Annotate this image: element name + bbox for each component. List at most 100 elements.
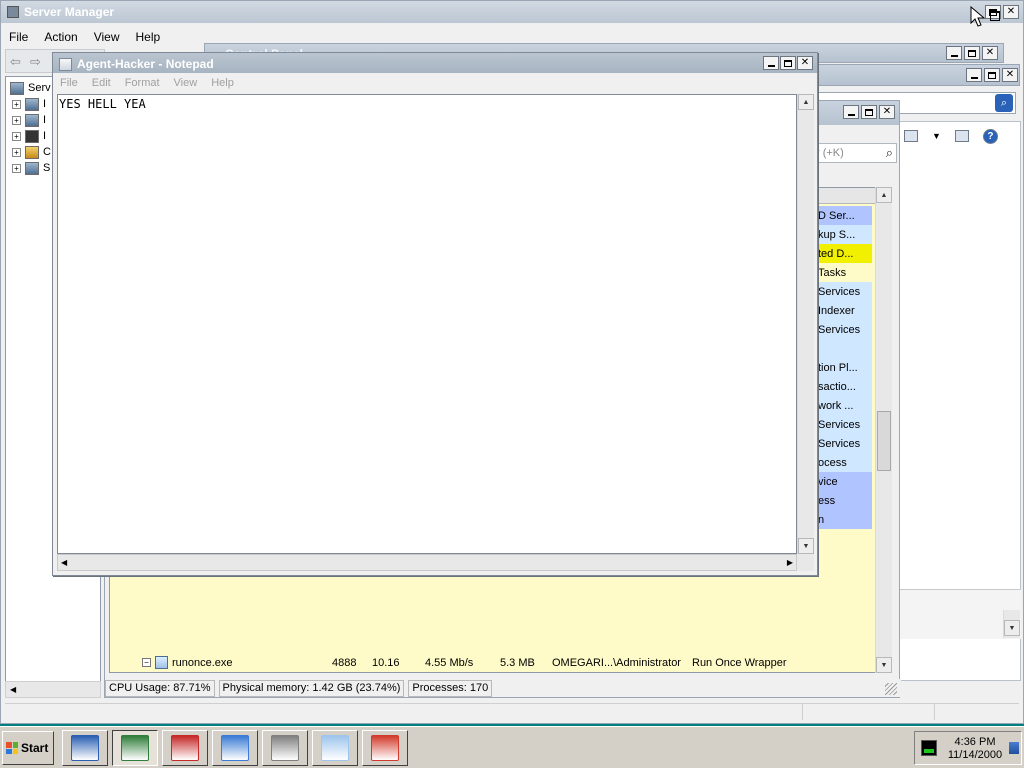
configuration-icon <box>25 145 39 159</box>
chevron-down-icon[interactable]: ▼ <box>932 131 941 141</box>
preview-pane-icon[interactable] <box>954 130 969 142</box>
service-description-cell: ocess <box>818 453 872 472</box>
close-button[interactable] <box>1003 5 1019 19</box>
menu-view[interactable]: View <box>167 77 205 89</box>
service-description-cell <box>818 339 872 358</box>
expand-icon[interactable]: + <box>12 115 21 125</box>
menu-file[interactable]: File <box>1 30 36 44</box>
tree-item[interactable]: + C <box>12 145 51 159</box>
menu-action[interactable]: Action <box>36 30 85 44</box>
process-row[interactable]: HD.Killer.exe45041.55 MBOMEGARI...\Admin… <box>110 672 879 673</box>
scroll-left-icon[interactable]: ◀ <box>10 685 16 694</box>
expand-icon[interactable]: + <box>12 147 21 157</box>
process-search-input[interactable]: r (+K) ⌕ <box>811 143 897 163</box>
size-grip[interactable] <box>797 554 814 571</box>
minimize-button[interactable] <box>966 68 982 82</box>
details-scrollbar[interactable]: ▼ <box>1003 610 1020 638</box>
performance-monitor-icon[interactable] <box>921 740 937 756</box>
process-explorer-statusbar: CPU Usage: 87.71% Physical memory: 1.42 … <box>105 679 901 697</box>
menu-view[interactable]: View <box>86 30 128 44</box>
scroll-left-icon[interactable]: ◀ <box>61 558 67 567</box>
server-manager-titlebar[interactable]: Server Manager <box>1 1 1023 23</box>
server-icon <box>271 735 299 761</box>
start-label: Start <box>21 741 49 755</box>
close-button[interactable] <box>982 46 998 60</box>
tree-item[interactable]: + I <box>12 97 46 111</box>
notepad-vertical-scrollbar[interactable]: ▲ ▼ <box>797 94 814 554</box>
taskmanager-icon <box>371 735 399 761</box>
taskbar-button-notepad[interactable] <box>312 730 358 766</box>
taskbar-button-network[interactable] <box>212 730 258 766</box>
expand-icon[interactable]: + <box>12 99 21 109</box>
menu-help[interactable]: Help <box>128 30 169 44</box>
taskbar-button-cube[interactable] <box>162 730 208 766</box>
menu-file[interactable]: File <box>53 77 85 89</box>
taskbar-button-server[interactable] <box>262 730 308 766</box>
resize-grip-icon[interactable] <box>885 683 897 695</box>
maximize-button[interactable] <box>780 56 796 70</box>
collapse-icon[interactable]: − <box>142 658 151 667</box>
clock[interactable]: 4:36 PM 11/14/2000 <box>945 736 1005 762</box>
expand-icon[interactable]: + <box>12 131 21 141</box>
server-manager-statusbar <box>5 703 1019 721</box>
maximize-button[interactable] <box>861 105 877 119</box>
close-button[interactable] <box>879 105 895 119</box>
scroll-down-icon[interactable]: ▼ <box>798 538 814 554</box>
scroll-up-icon[interactable]: ▲ <box>798 94 814 110</box>
notepad-text-area[interactable]: YES HELL YEA <box>57 94 797 554</box>
taskbar-button-monitor[interactable] <box>112 730 158 766</box>
close-button[interactable] <box>1002 68 1018 82</box>
back-arrow-icon[interactable]: ⇦ <box>10 54 21 70</box>
minimize-button[interactable] <box>946 46 962 60</box>
clock-date: 11/14/2000 <box>947 749 1003 761</box>
process-list-scrollbar[interactable]: ▲ ▼ <box>875 187 892 673</box>
scrollbar-thumb[interactable] <box>877 411 891 471</box>
service-description-cell: Services <box>818 415 872 434</box>
menu-format[interactable]: Format <box>118 77 167 89</box>
scroll-down-icon[interactable]: ▼ <box>876 657 892 673</box>
menu-help[interactable]: Help <box>204 77 241 89</box>
notepad-title: Agent-Hacker - Notepad <box>77 57 214 71</box>
forward-arrow-icon[interactable]: ⇨ <box>30 54 41 70</box>
minimize-button[interactable] <box>843 105 859 119</box>
start-button[interactable]: Start <box>2 731 54 765</box>
view-options-icon[interactable] <box>904 130 918 142</box>
mouse-cursor-icon <box>970 6 986 27</box>
search-icon[interactable]: ⌕ <box>886 145 893 161</box>
taskbar-button-taskmanager[interactable] <box>362 730 408 766</box>
minimize-button[interactable] <box>763 56 779 70</box>
service-description-cell: ted D... <box>818 244 872 263</box>
process-cpu: 10.16 <box>372 656 400 669</box>
server-icon <box>10 81 24 95</box>
tray-app-icon[interactable] <box>1009 742 1019 754</box>
taskbar-button-explorer[interactable] <box>62 730 108 766</box>
menu-edit[interactable]: Edit <box>85 77 118 89</box>
tree-horizontal-scrollbar[interactable]: ◀ <box>5 681 101 698</box>
view-toolbar: ▼ ? <box>904 126 1014 146</box>
notepad-horizontal-scrollbar[interactable]: ◀ ▶ <box>57 554 797 571</box>
search-icon[interactable]: ⌕ <box>995 94 1013 112</box>
process-user: OMEGARI...\Administrator <box>552 656 681 669</box>
notepad-titlebar[interactable]: Agent-Hacker - Notepad <box>53 53 817 75</box>
service-description-cell: vice <box>818 472 872 491</box>
process-row[interactable]: − runonce.exe 4888 10.16 4.55 Mb/s 5.3 MB OMEG… <box>110 653 878 672</box>
tree-root[interactable]: Serv <box>10 81 51 95</box>
maximize-button[interactable] <box>984 68 1000 82</box>
scroll-up-icon[interactable]: ▲ <box>876 187 892 203</box>
close-button[interactable] <box>797 56 813 70</box>
maximize-button[interactable] <box>985 5 1001 19</box>
maximize-button[interactable] <box>964 46 980 60</box>
tree-item[interactable]: + I <box>12 129 46 143</box>
scroll-right-icon[interactable]: ▶ <box>787 558 793 567</box>
tree-item[interactable]: + I <box>12 113 46 127</box>
expand-icon[interactable]: + <box>12 163 21 173</box>
tree-item-label: I <box>43 114 47 126</box>
process-io: 4.55 Mb/s <box>425 656 474 669</box>
service-description-cell: tion Pl... <box>818 358 872 377</box>
service-description-cell: kup S... <box>818 225 872 244</box>
status-cell <box>935 704 1015 720</box>
tree-item[interactable]: + S <box>12 161 50 175</box>
roles-icon <box>25 97 39 111</box>
scroll-down-icon[interactable]: ▼ <box>1004 620 1020 636</box>
help-icon[interactable]: ? <box>982 128 998 144</box>
